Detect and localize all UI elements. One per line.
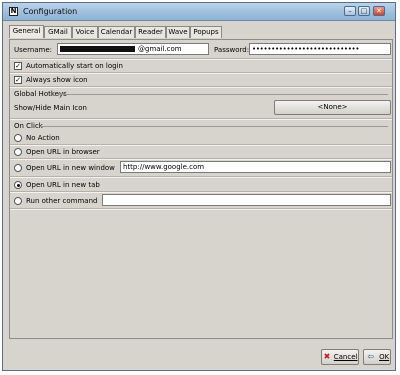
username-field[interactable]: @gmail.com	[57, 43, 209, 55]
tab-reader[interactable]: Reader	[135, 26, 166, 38]
url-field[interactable]: http://www.google.com	[120, 161, 391, 173]
divider	[10, 118, 392, 120]
radio-open-url-new-tab[interactable]	[14, 181, 22, 189]
close-button[interactable]: ✕	[373, 6, 385, 16]
radio-open-url-new-tab-label: Open URL in new tab	[26, 181, 100, 189]
tab-voice[interactable]: Voice	[72, 26, 98, 38]
radio-run-other-command[interactable]	[14, 197, 22, 205]
show-hide-label: Show/Hide Main Icon	[14, 104, 87, 112]
title-bar[interactable]: N Configuration – □ ✕	[3, 3, 395, 21]
password-field[interactable]: ••••••••••••••••••••••••••••	[249, 43, 391, 55]
radio-no-action[interactable]	[14, 134, 22, 142]
tab-general[interactable]: General	[9, 25, 44, 38]
general-panel: Username: @gmail.com Password: •••••••••…	[9, 39, 393, 339]
divider	[10, 208, 392, 210]
cancel-button[interactable]: ✖ Cancel	[321, 349, 359, 365]
auto-start-checkbox[interactable]: ✓	[14, 62, 22, 70]
tab-gmail[interactable]: GMail	[44, 26, 72, 38]
radio-run-other-command-label: Run other command	[26, 197, 98, 205]
radio-open-url-new-window[interactable]	[14, 164, 22, 172]
password-label: Password:	[214, 46, 250, 54]
app-icon: N	[9, 7, 18, 16]
radio-open-url-new-window-label: Open URL in new window	[26, 164, 115, 172]
radio-open-url-browser-label: Open URL in browser	[26, 148, 100, 156]
tab-popups[interactable]: Popups	[190, 26, 222, 38]
auto-start-label: Automatically start on login	[26, 62, 123, 70]
cancel-label: Cancel	[333, 353, 358, 361]
cancel-icon: ✖	[323, 352, 331, 361]
redaction-bar	[60, 46, 135, 52]
divider	[10, 158, 392, 160]
divider	[10, 191, 392, 193]
divider	[10, 72, 392, 74]
command-field[interactable]	[102, 194, 391, 206]
radio-no-action-label: No Action	[26, 134, 60, 142]
divider	[10, 144, 392, 146]
tab-calendar[interactable]: Calendar	[98, 26, 135, 38]
ok-icon: ⇦	[367, 352, 375, 361]
divider	[10, 86, 392, 88]
group-line	[40, 126, 388, 127]
username-label: Username:	[14, 46, 53, 54]
tab-wave[interactable]: Wave	[166, 26, 190, 38]
username-value: @gmail.com	[138, 45, 182, 53]
always-show-icon-checkbox[interactable]: ✓	[14, 76, 22, 84]
always-show-icon-label: Always show icon	[26, 76, 88, 84]
group-line	[58, 94, 388, 95]
configuration-window: N Configuration – □ ✕ General GMail Voic…	[2, 2, 396, 371]
show-hide-hotkey-button[interactable]: <None>	[274, 100, 391, 115]
divider	[10, 58, 392, 60]
divider	[10, 176, 392, 178]
minimize-button[interactable]: –	[344, 6, 356, 16]
ok-button[interactable]: ⇦ OK	[363, 349, 391, 365]
ok-label: OK	[379, 353, 390, 361]
on-click-heading: On Click	[14, 122, 43, 130]
radio-open-url-browser[interactable]	[14, 148, 22, 156]
window-title: Configuration	[23, 7, 78, 16]
maximize-button[interactable]: □	[358, 6, 370, 16]
